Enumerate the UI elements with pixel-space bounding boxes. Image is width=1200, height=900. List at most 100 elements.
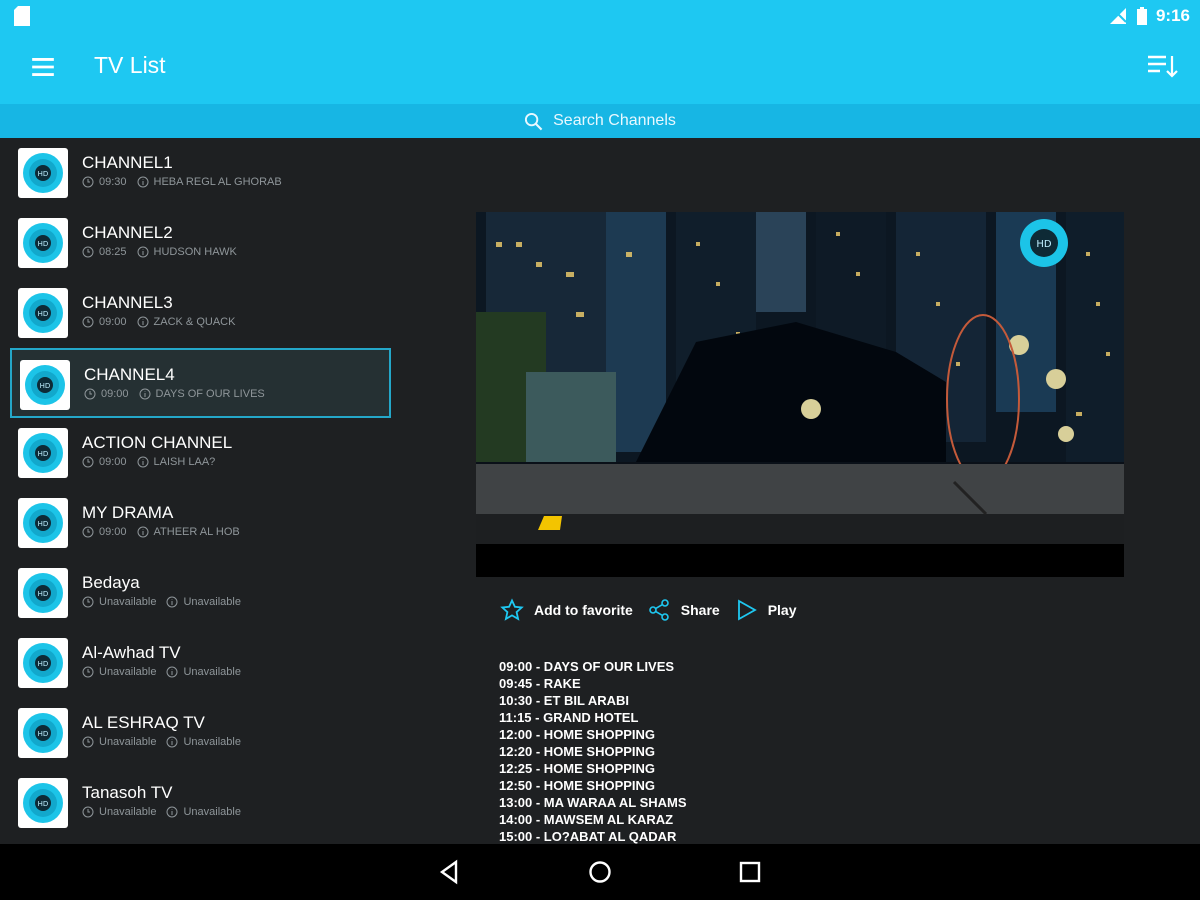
play-button[interactable]: Play xyxy=(734,598,797,622)
info-icon xyxy=(166,666,178,678)
channel-item[interactable]: HD Al-Awhad TV Unavailable Unavailable xyxy=(10,628,391,698)
search-placeholder: Search Channels xyxy=(553,112,676,129)
channel-meta: Unavailable Unavailable xyxy=(82,806,251,818)
schedule-row: 12:25 - HOME SHOPPING xyxy=(499,761,656,776)
program-time: 09:00 xyxy=(99,456,127,468)
channel-name: CHANNEL2 xyxy=(82,223,173,242)
channel-logo: HD xyxy=(18,428,68,478)
schedule-row: 09:00 - DAYS OF OUR LIVES xyxy=(499,659,675,674)
clock-icon xyxy=(82,176,94,188)
sort-icon[interactable] xyxy=(1146,52,1178,80)
channel-name: CHANNEL1 xyxy=(82,153,173,172)
channel-logo: HD xyxy=(18,778,68,828)
battery-icon xyxy=(1136,7,1147,25)
channel-logo: HD xyxy=(18,148,68,198)
channel-meta: Unavailable Unavailable xyxy=(82,666,251,678)
recent-apps-icon[interactable] xyxy=(736,858,764,886)
status-bar: 9:16 xyxy=(0,0,1200,32)
star-icon xyxy=(500,598,524,621)
channel-list[interactable]: HD CHANNEL1 09:30 HEBA REGL AL GHORAB HD… xyxy=(0,138,400,844)
program-time: 09:00 xyxy=(99,316,127,328)
channel-item[interactable]: HD MY DRAMA 09:00 ATHEER AL HOB xyxy=(10,488,391,558)
clock-icon xyxy=(82,596,94,608)
sd-card-icon xyxy=(14,6,30,26)
svg-text:HD: HD xyxy=(38,240,49,248)
video-frame: HD xyxy=(476,212,1124,577)
play-label: Play xyxy=(767,602,797,618)
add-to-favorite-button[interactable]: Add to favorite xyxy=(500,598,633,622)
info-icon xyxy=(137,176,149,188)
clock-icon xyxy=(82,456,94,468)
svg-text:HD: HD xyxy=(38,590,49,598)
channel-meta: 08:25 HUDSON HAWK xyxy=(82,246,247,258)
info-icon xyxy=(137,456,149,468)
info-icon xyxy=(166,736,178,748)
channel-item[interactable]: HD AL ESHRAQ TV Unavailable Unavailable xyxy=(10,698,391,768)
channel-meta: Unavailable Unavailable xyxy=(82,736,251,748)
clock-icon xyxy=(82,666,94,678)
channel-meta: 09:00 ZACK & QUACK xyxy=(82,316,245,328)
clock-icon xyxy=(82,526,94,538)
clock-icon xyxy=(82,806,94,818)
search-bar[interactable]: Search Channels xyxy=(0,104,1200,138)
program-title: DAYS OF OUR LIVES xyxy=(155,388,265,400)
channel-item[interactable]: HD CHANNEL1 09:30 HEBA REGL AL GHORAB xyxy=(10,138,391,208)
share-button[interactable]: Share xyxy=(647,598,720,622)
clock-icon xyxy=(82,736,94,748)
svg-text:HD: HD xyxy=(38,730,49,738)
svg-text:HD: HD xyxy=(38,800,49,808)
channel-name: Tanasoh TV xyxy=(82,783,173,802)
program-title: ATHEER AL HOB xyxy=(153,526,240,538)
favorite-label: Add to favorite xyxy=(534,602,633,618)
channel-name: ACTION CHANNEL xyxy=(82,433,233,452)
channel-meta: 09:30 HEBA REGL AL GHORAB xyxy=(82,176,292,188)
action-bar: Add to favorite Share Play xyxy=(500,596,811,624)
schedule-row: 14:00 - MAWSEM AL KARAZ xyxy=(499,812,674,827)
program-title: Unavailable xyxy=(183,736,241,748)
program-title: HEBA REGL AL GHORAB xyxy=(153,176,282,188)
program-title: ZACK & QUACK xyxy=(153,316,236,328)
channel-item[interactable]: HD CHANNEL2 08:25 HUDSON HAWK xyxy=(10,208,391,278)
channel-logo: HD xyxy=(18,288,68,338)
info-icon xyxy=(166,806,178,818)
channel-item[interactable]: HD Bedaya Unavailable Unavailable xyxy=(10,558,391,628)
channel-item-selected[interactable]: HD CHANNEL4 09:00 DAYS OF OUR LIVES xyxy=(10,348,391,418)
page-title: TV List xyxy=(94,52,166,78)
info-icon xyxy=(137,526,149,538)
clock-icon xyxy=(82,246,94,258)
channel-item[interactable]: HD Tanasoh TV Unavailable Unavailable xyxy=(10,768,391,838)
program-title: Unavailable xyxy=(183,666,241,678)
svg-text:HD: HD xyxy=(38,520,49,528)
schedule-row: 09:45 - RAKE xyxy=(499,676,581,691)
channel-logo: HD xyxy=(18,568,68,618)
program-title: LAISH LAA? xyxy=(153,456,216,468)
clock-icon xyxy=(82,316,94,328)
info-icon xyxy=(137,246,149,258)
back-icon[interactable] xyxy=(436,858,464,886)
program-title: Unavailable xyxy=(183,806,241,818)
channel-item[interactable]: HD CHANNEL3 09:00 ZACK & QUACK xyxy=(10,278,391,348)
home-icon[interactable] xyxy=(586,858,614,886)
program-time: Unavailable xyxy=(99,596,157,608)
channel-item[interactable]: HD ACTION CHANNEL 09:00 LAISH LAA? xyxy=(10,418,391,488)
share-icon xyxy=(648,599,669,621)
app-bar: TV List xyxy=(0,32,1200,104)
channel-name: CHANNEL4 xyxy=(84,365,175,384)
search-icon xyxy=(525,112,543,130)
info-icon xyxy=(139,388,151,400)
navigation-bar xyxy=(0,844,1200,900)
svg-text:HD: HD xyxy=(38,170,49,178)
video-player[interactable]: HD xyxy=(476,212,1124,577)
svg-text:HD: HD xyxy=(38,660,49,668)
program-time: 09:30 xyxy=(99,176,127,188)
program-title: Unavailable xyxy=(183,596,241,608)
channel-meta: 09:00 DAYS OF OUR LIVES xyxy=(84,388,275,400)
channel-meta: Unavailable Unavailable xyxy=(82,596,251,608)
share-label: Share xyxy=(680,602,720,618)
menu-icon[interactable] xyxy=(30,54,56,80)
program-title: HUDSON HAWK xyxy=(153,246,237,258)
schedule-row: 10:30 - ET BIL ARABI xyxy=(499,693,630,708)
channel-meta: 09:00 ATHEER AL HOB xyxy=(82,526,250,538)
clock-icon xyxy=(84,388,96,400)
channel-meta: 09:00 LAISH LAA? xyxy=(82,456,225,468)
